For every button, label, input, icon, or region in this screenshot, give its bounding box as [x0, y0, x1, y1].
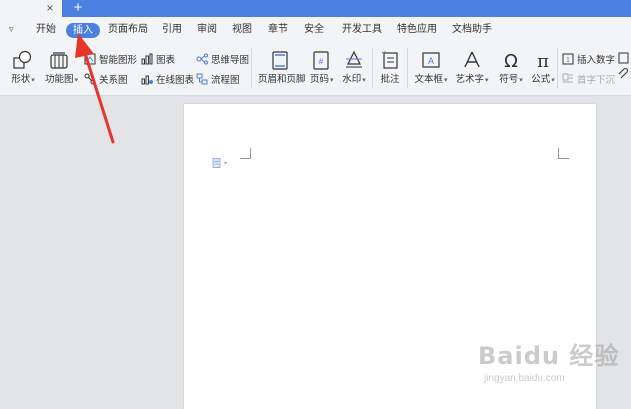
- wordart-button[interactable]: 艺术字▾: [455, 50, 489, 85]
- relation-button[interactable]: 关系图: [84, 72, 128, 86]
- online-chart-button[interactable]: 在线图表: [141, 72, 194, 86]
- menu-chapter[interactable]: 章节: [268, 17, 288, 43]
- margin-corner-top-right: [558, 148, 569, 159]
- svg-text:A: A: [428, 56, 434, 66]
- formula-label: 公式: [531, 74, 551, 85]
- attach-icon: [618, 52, 629, 79]
- flowchart-button[interactable]: 流程图: [196, 72, 240, 86]
- flowchart-icon: [196, 73, 208, 85]
- title-bar: × +: [0, 0, 631, 17]
- menu-security[interactable]: 安全: [304, 17, 324, 43]
- textbox-icon: A: [422, 52, 440, 68]
- menu-special-apps[interactable]: 特色应用: [397, 17, 437, 43]
- toolbar-divider: [407, 48, 408, 88]
- header-footer-icon: [272, 51, 288, 70]
- svg-text:#: #: [319, 57, 324, 66]
- insert-number-button[interactable]: 1 插入数字: [562, 52, 615, 66]
- mind-map-label: 思维导图: [211, 55, 250, 66]
- drop-cap-icon: [562, 73, 573, 83]
- toolbar-divider: [372, 48, 373, 88]
- flowchart-label: 流程图: [211, 75, 240, 86]
- wordart-icon: [464, 51, 480, 68]
- chart-button[interactable]: 图表: [141, 52, 175, 66]
- function-chart-icon: [50, 52, 68, 69]
- textbox-label: 文本框: [414, 74, 443, 85]
- svg-text:π: π: [537, 51, 549, 70]
- symbol-icon: Ω: [504, 51, 518, 70]
- shape-icon: [13, 50, 32, 69]
- relation-label: 关系图: [99, 75, 128, 86]
- wordart-label: 艺术字: [455, 74, 484, 85]
- margin-corner-top-left: [240, 148, 251, 159]
- drop-cap-label: 首字下沉: [577, 75, 616, 86]
- svg-text:Ω: Ω: [504, 51, 518, 70]
- comment-icon: [381, 51, 398, 69]
- chart-label: 图表: [156, 55, 176, 66]
- symbol-button[interactable]: Ω 符号▾: [498, 50, 524, 85]
- header-footer-button[interactable]: 页眉和页脚: [258, 50, 306, 85]
- online-chart-icon: [141, 75, 153, 85]
- comment-button[interactable]: 批注: [379, 50, 401, 85]
- online-chart-label: 在线图表: [156, 75, 195, 86]
- smart-art-icon: [84, 53, 96, 65]
- smart-art-label: 智能图形: [99, 55, 138, 66]
- mind-map-button[interactable]: 思维导图: [196, 52, 249, 66]
- close-icon[interactable]: ×: [44, 0, 56, 17]
- menu-page-layout[interactable]: 页面布局: [108, 17, 148, 43]
- insert-number-label: 插入数字: [577, 55, 616, 66]
- paragraph-icon[interactable]: [212, 158, 232, 168]
- shape-button[interactable]: 形状▾: [11, 50, 35, 85]
- menu-view[interactable]: 视图: [232, 17, 252, 43]
- textbox-button[interactable]: A 文本框▾: [414, 50, 448, 85]
- site-watermark: Baidu 经验 jingyan.baidu.com: [478, 336, 619, 384]
- header-footer-label: 页眉和页脚: [258, 74, 306, 85]
- plus-icon[interactable]: +: [70, 0, 86, 17]
- toolbar-divider: [251, 48, 252, 88]
- insert-number-icon: 1: [562, 53, 574, 65]
- function-chart-label: 功能图: [45, 74, 74, 85]
- menu-references[interactable]: 引用: [162, 17, 182, 43]
- menu-review[interactable]: 审阅: [197, 17, 217, 43]
- menu-doc-assistant[interactable]: 文档助手: [452, 17, 492, 43]
- chevron-down-icon[interactable]: ▿: [9, 24, 14, 35]
- mind-map-icon: [196, 53, 208, 65]
- symbol-label: 符号: [499, 74, 519, 85]
- menu-bar: ▿ 开始 插入 页面布局 引用 审阅 视图 章节 安全 开发工具 特色应用 文档…: [0, 17, 631, 43]
- formula-icon: π: [537, 51, 549, 70]
- watermark-button[interactable]: 水印▾: [342, 50, 366, 85]
- shape-label: 形状: [11, 74, 31, 85]
- chart-icon: [141, 53, 153, 65]
- document-tab[interactable]: ×: [0, 0, 62, 17]
- comment-label: 批注: [380, 74, 400, 85]
- menu-developer[interactable]: 开发工具: [342, 17, 382, 43]
- watermark-url: jingyan.baidu.com: [484, 373, 565, 384]
- object-button[interactable]: [618, 52, 630, 82]
- page-number-button[interactable]: # 页码▾: [310, 50, 334, 85]
- toolbar-divider: [557, 48, 558, 88]
- watermark-label: 水印: [342, 74, 362, 85]
- function-chart-button[interactable]: 功能图▾: [45, 50, 78, 85]
- menu-insert[interactable]: 插入: [66, 23, 100, 38]
- watermark-logo: Baidu 经验: [478, 342, 620, 370]
- drop-cap-button[interactable]: 首字下沉: [562, 72, 615, 86]
- watermark-icon: [346, 50, 362, 68]
- page-number-icon: #: [313, 51, 329, 70]
- page-number-label: 页码: [310, 74, 330, 85]
- svg-text:1: 1: [566, 57, 570, 64]
- relation-icon: [84, 73, 96, 85]
- menu-home[interactable]: 开始: [36, 17, 56, 43]
- smart-art-button[interactable]: 智能图形: [84, 52, 137, 66]
- formula-button[interactable]: π 公式▾: [530, 50, 556, 85]
